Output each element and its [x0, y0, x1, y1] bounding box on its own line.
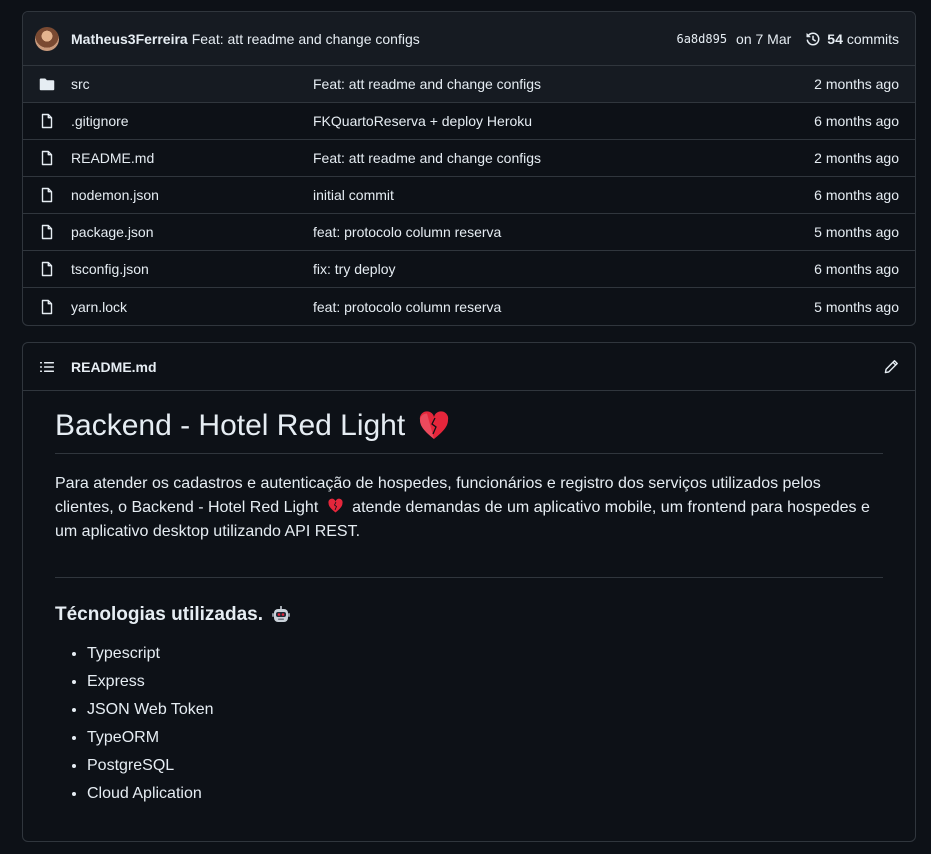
file-icon — [39, 150, 55, 166]
file-commit-message[interactable]: feat: protocolo column reserva — [313, 299, 814, 315]
file-commit-message[interactable]: Feat: att readme and change configs — [313, 76, 814, 92]
tech-heading-text: Técnologias utilizadas. — [55, 604, 263, 625]
heart-icon — [327, 498, 344, 514]
tech-item: JSON Web Token — [87, 696, 883, 724]
file-commit-age: 5 months ago — [814, 298, 899, 315]
tech-list: TypescriptExpressJSON Web TokenTypeORMPo… — [55, 640, 883, 808]
file-row[interactable]: README.md Feat: att readme and change con… — [23, 140, 915, 177]
tech-item: PostgreSQL — [87, 752, 883, 780]
folder-icon — [39, 76, 55, 92]
readme-heading-text: Backend - Hotel Red Light — [55, 409, 406, 442]
divider — [55, 577, 883, 578]
file-commit-message[interactable]: Feat: att readme and change configs — [313, 150, 814, 166]
file-commit-message[interactable]: initial commit — [313, 187, 814, 203]
file-browser: Matheus3Ferreira Feat: att readme and ch… — [22, 11, 916, 326]
tech-item: Typescript — [87, 640, 883, 668]
file-name[interactable]: yarn.lock — [71, 299, 313, 315]
tech-heading: Técnologias utilizadas. — [55, 604, 883, 626]
file-commit-age: 5 months ago — [814, 224, 899, 240]
commits-count[interactable]: 54 — [827, 31, 843, 47]
file-commit-message[interactable]: FKQuartoReserva + deploy Heroku — [313, 113, 814, 129]
file-commit-message[interactable]: fix: try deploy — [313, 261, 814, 277]
file-commit-age: 6 months ago — [814, 187, 899, 203]
history-icon[interactable] — [805, 31, 821, 47]
commit-meta: 6a8d895 on 7 Mar 54 commits — [676, 31, 899, 47]
tech-item: TypeORM — [87, 724, 883, 752]
commit-message[interactable]: Feat: att readme and change configs — [192, 31, 420, 47]
robot-icon — [271, 605, 291, 625]
file-icon — [39, 187, 55, 203]
file-row[interactable]: tsconfig.json fix: try deploy 6 months ago — [23, 251, 915, 288]
file-list: src Feat: att readme and change configs 2 … — [23, 66, 915, 325]
file-commit-age: 6 months ago — [814, 113, 899, 129]
readme-panel: README.md Backend - Hotel Red Light Para… — [22, 342, 916, 842]
file-commit-age: 2 months ago — [814, 150, 899, 166]
file-name[interactable]: nodemon.json — [71, 187, 313, 203]
latest-commit-bar: Matheus3Ferreira Feat: att readme and ch… — [23, 12, 915, 66]
file-commit-age: 6 months ago — [814, 261, 899, 277]
pencil-icon[interactable] — [883, 359, 899, 375]
file-icon — [39, 299, 55, 315]
readme-content: Backend - Hotel Red Light Para atender o… — [23, 391, 915, 808]
heart-icon — [417, 410, 451, 442]
readme-description: Para atender os cadastros e autenticação… — [55, 472, 883, 544]
file-commit-message[interactable]: feat: protocolo column reserva — [313, 224, 814, 240]
list-icon[interactable] — [39, 359, 55, 375]
commits-label[interactable]: commits — [847, 31, 899, 47]
file-icon — [39, 113, 55, 129]
file-icon — [39, 224, 55, 240]
author-avatar[interactable] — [35, 26, 59, 51]
commit-author[interactable]: Matheus3Ferreira — [71, 31, 188, 47]
file-row[interactable]: nodemon.json initial commit 6 months ago — [23, 177, 915, 214]
readme-header: README.md — [23, 343, 915, 391]
file-name[interactable]: tsconfig.json — [71, 261, 313, 277]
file-name[interactable]: .gitignore — [71, 113, 313, 129]
file-commit-age: 2 months ago — [814, 76, 899, 92]
file-name[interactable]: src — [71, 76, 313, 92]
readme-filename[interactable]: README.md — [71, 359, 157, 375]
file-icon — [39, 261, 55, 277]
file-row[interactable]: src Feat: att readme and change configs 2 … — [23, 66, 915, 103]
readme-heading: Backend - Hotel Red Light — [55, 409, 883, 454]
commit-sha[interactable]: 6a8d895 — [676, 32, 727, 46]
file-name[interactable]: package.json — [71, 224, 313, 240]
tech-item: Cloud Aplication — [87, 780, 883, 808]
file-name[interactable]: README.md — [71, 150, 313, 166]
file-row[interactable]: .gitignore FKQuartoReserva + deploy Herok… — [23, 103, 915, 140]
tech-item: Express — [87, 668, 883, 696]
file-row[interactable]: package.json feat: protocolo column reser… — [23, 214, 915, 251]
commit-date: on 7 Mar — [736, 30, 792, 47]
file-row[interactable]: yarn.lock feat: protocolo column reserva 5… — [23, 288, 915, 325]
